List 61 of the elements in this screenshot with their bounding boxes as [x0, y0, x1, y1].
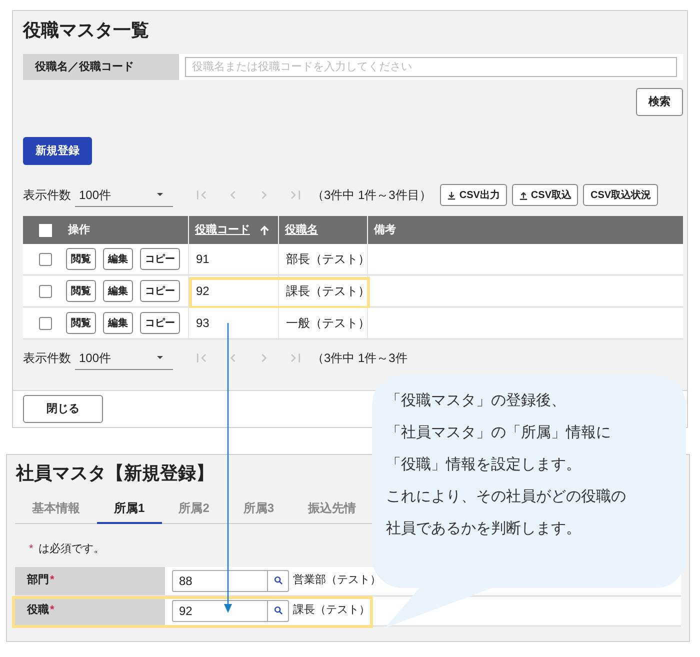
row-action-button[interactable]: 編集	[103, 248, 133, 270]
search-icon[interactable]	[274, 606, 282, 615]
row-action-button[interactable]: コピー	[140, 312, 180, 334]
page-size-label: 表示件数	[23, 350, 72, 367]
table-cell-text: 課長（テスト）	[286, 283, 370, 300]
lookup-result: 営業部（テスト）	[293, 572, 381, 588]
csv-button[interactable]: CSV取込状況	[583, 184, 658, 206]
row-action-button[interactable]: 編集	[103, 280, 133, 302]
field-label: 役職名／役職コード	[23, 54, 179, 80]
csv-button[interactable]: CSV出力	[440, 184, 507, 206]
page-size-select[interactable]: 100件	[75, 346, 173, 370]
search-field[interactable]: 役職名または役職コードを入力してください	[185, 57, 677, 77]
table-cell-text: 92	[196, 283, 210, 300]
table-cell-text: 一般（テスト）	[286, 315, 370, 332]
required-mark: *	[50, 573, 54, 588]
row-checkbox[interactable]	[39, 284, 52, 298]
column-header: 備考	[374, 222, 396, 238]
select-all-checkbox[interactable]	[39, 224, 52, 236]
column-header: 操作	[68, 222, 90, 238]
field-label: 役職	[27, 602, 49, 618]
row-action-button[interactable]: 閲覧	[66, 280, 96, 302]
row-action-button[interactable]: コピー	[140, 280, 180, 302]
close-button[interactable]: 閉じる	[23, 395, 103, 423]
table-cell-text: 93	[196, 315, 210, 332]
table-cell-text: 部長（テスト）	[286, 251, 370, 268]
callout-text: 「社員マスタ」の「所属」情報に	[386, 423, 612, 443]
page-summary: （3件中 1件～3件	[312, 350, 408, 367]
caret-icon	[157, 193, 163, 196]
required-mark: *	[29, 542, 34, 557]
row-checkbox[interactable]	[39, 252, 52, 266]
lookup-field[interactable]: 92	[172, 600, 289, 622]
row-action-button[interactable]: 閲覧	[66, 248, 96, 270]
required-mark: *	[50, 603, 54, 618]
lookup-result: 課長（テスト）	[293, 603, 370, 618]
search-button[interactable]: 検索	[636, 88, 683, 116]
sort-header[interactable]: 役職コード	[195, 222, 250, 238]
caret-icon	[157, 356, 163, 359]
tab[interactable]: 所属1	[97, 493, 162, 524]
upload-icon	[518, 190, 528, 200]
row-checkbox[interactable]	[39, 316, 52, 330]
callout-text: これにより、その社員がどの役職の	[386, 487, 626, 507]
new-button[interactable]: 新規登録	[23, 137, 92, 165]
row-action-button[interactable]: コピー	[140, 248, 180, 270]
page-title: 役職マスタ一覧	[23, 19, 149, 42]
download-icon	[447, 190, 456, 200]
table-cell-text: 91	[196, 251, 210, 268]
sort-header[interactable]: 役職名	[285, 222, 318, 238]
callout-text: 「役職」情報を設定します。	[386, 455, 582, 475]
row-action-button[interactable]: 閲覧	[66, 312, 96, 334]
page-size-select[interactable]: 100件	[75, 183, 173, 207]
page-summary: （3件中 1件～3件目）	[312, 187, 432, 204]
required-note: は必須です。	[38, 542, 104, 557]
search-icon[interactable]	[274, 576, 282, 585]
page-title: 社員マスタ【新規登録】	[14, 462, 214, 485]
csv-button[interactable]: CSV取込	[512, 184, 578, 206]
field-label: 部門	[27, 572, 49, 588]
callout-text: 社員であるかを判断します。	[386, 519, 582, 539]
lookup-field[interactable]: 88	[172, 570, 289, 592]
row-action-button[interactable]: 編集	[103, 312, 133, 334]
page-size-label: 表示件数	[23, 187, 72, 204]
callout-text: 「役職マスタ」の登録後、	[386, 391, 567, 411]
